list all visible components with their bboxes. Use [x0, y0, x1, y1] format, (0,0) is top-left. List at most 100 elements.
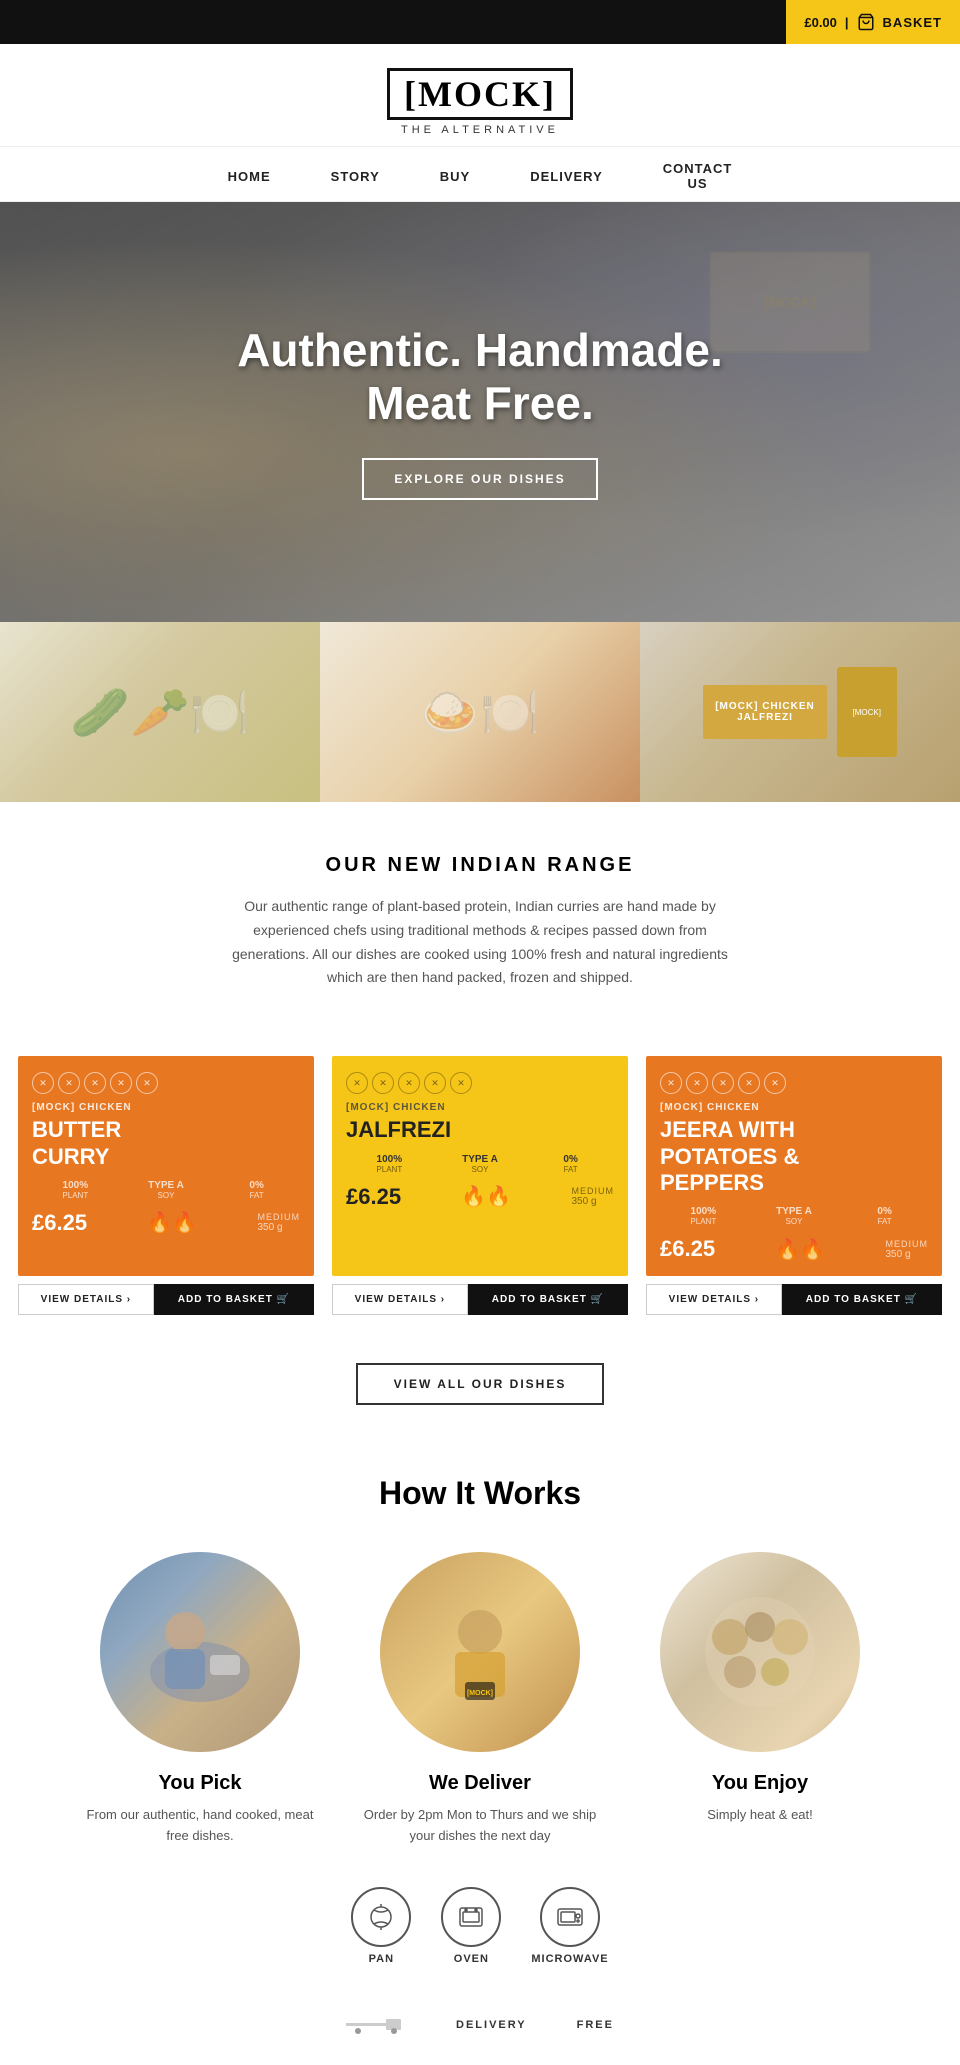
how-steps: You Pick From our authentic, hand cooked… — [0, 1552, 960, 1867]
microwave-icon — [540, 1887, 600, 1947]
view-details-button-1[interactable]: VIEW DETAILS › — [18, 1284, 154, 1315]
how-step-3: You Enjoy Simply heat & eat! — [640, 1552, 880, 1847]
card-icon-e1: ✕ — [660, 1072, 682, 1094]
step1-title: You Pick — [80, 1772, 320, 1795]
card-icon-j1: ✕ — [346, 1072, 368, 1094]
svg-text:[MOCK]: [MOCK] — [467, 1690, 493, 1697]
view-all-section: VIEW ALL OUR DISHES — [0, 1335, 960, 1455]
card-weight-3: 350 g — [886, 1249, 929, 1260]
product-card-butter-curry: ✕ ✕ ✕ ✕ ✕ [MOCK] CHICKEN BUTTERCURRY 100… — [18, 1056, 314, 1315]
indian-range-desc: Our authentic range of plant-based prote… — [220, 895, 740, 990]
card-footer-3: £6.25 🔥🔥 MEDIUM 350 g — [660, 1236, 928, 1262]
products-row: ✕ ✕ ✕ ✕ ✕ [MOCK] CHICKEN BUTTERCURRY 100… — [0, 1056, 960, 1335]
nav-buy[interactable]: BUY — [440, 169, 470, 184]
card-flame-2: 🔥🔥 — [461, 1184, 511, 1209]
how-circle-1 — [100, 1552, 300, 1752]
card-subtitle-1: [MOCK] CHICKEN — [32, 1102, 300, 1113]
hero-decoration: [MOCK] — [700, 242, 880, 362]
card-icons-row-2: ✕ ✕ ✕ ✕ ✕ — [346, 1072, 614, 1094]
food-strip-item-3: [MOCK] CHICKENJALFREZI [MOCK] — [640, 622, 960, 802]
add-basket-button-1[interactable]: ADD TO BASKET 🛒 — [154, 1284, 314, 1315]
microwave-label: MICROWAVE — [531, 1953, 608, 1965]
oven-label: OVEN — [441, 1953, 501, 1965]
delivery-bar-icon — [346, 2015, 406, 2035]
card-icon-5: ✕ — [136, 1072, 158, 1094]
card-icon-e4: ✕ — [738, 1072, 760, 1094]
nav-story[interactable]: STORY — [331, 169, 380, 184]
card-inner-2: ✕ ✕ ✕ ✕ ✕ [MOCK] CHICKEN JALFREZI 100%PL… — [332, 1056, 628, 1276]
add-basket-button-2[interactable]: ADD TO BASKET 🛒 — [468, 1284, 628, 1315]
card-buttons-1: VIEW DETAILS › ADD TO BASKET 🛒 — [18, 1284, 314, 1315]
food-strip-item-1: 🥒🥕🍽️ — [0, 622, 320, 802]
how-title: How It Works — [0, 1475, 960, 1512]
top-bar: £0.00 | BASKET — [0, 0, 960, 44]
card-size-3: MEDIUM — [886, 1239, 929, 1249]
product-card-jalfrezi: ✕ ✕ ✕ ✕ ✕ [MOCK] CHICKEN JALFREZI 100%PL… — [332, 1056, 628, 1315]
indian-range-title: OUR NEW INDIAN RANGE — [60, 854, 900, 877]
basket-button[interactable]: £0.00 | BASKET — [786, 0, 960, 44]
hero-text: Authentic. Handmade. Meat Free. EXPLORE … — [237, 324, 723, 500]
step3-illustration — [685, 1577, 835, 1727]
card-price-3: £6.25 — [660, 1236, 715, 1262]
delivery-strip: DELIVERY FREE — [0, 2005, 960, 2055]
how-circle-3 — [660, 1552, 860, 1752]
how-step-2: [MOCK] We Deliver Order by 2pm Mon to Th… — [360, 1552, 600, 1847]
step3-title: You Enjoy — [640, 1772, 880, 1795]
step1-illustration — [125, 1577, 275, 1727]
card-price-1: £6.25 — [32, 1210, 87, 1236]
hero-section: [MOCK] Authentic. Handmade. Meat Free. E… — [0, 202, 960, 622]
card-inner-3: ✕ ✕ ✕ ✕ ✕ [MOCK] CHICKEN JEERA WITHPOTAT… — [646, 1056, 942, 1276]
cooking-method-pan: PAN — [351, 1887, 411, 1965]
card-icon-j4: ✕ — [424, 1072, 446, 1094]
nav-contact[interactable]: CONTACTUS — [663, 161, 733, 191]
logo-tagline: THE ALTERNATIVE — [0, 124, 960, 136]
card-icon-2: ✕ — [58, 1072, 80, 1094]
view-details-button-3[interactable]: VIEW DETAILS › — [646, 1284, 782, 1315]
card-stats-2: 100%PLANT TYPE ASOY 0%FAT — [346, 1154, 614, 1174]
step2-title: We Deliver — [360, 1772, 600, 1795]
hero-title: Authentic. Handmade. Meat Free. — [237, 324, 723, 430]
card-buttons-3: VIEW DETAILS › ADD TO BASKET 🛒 — [646, 1284, 942, 1315]
basket-icon — [857, 13, 875, 31]
cooking-method-microwave: MICROWAVE — [531, 1887, 608, 1965]
card-title-3: JEERA WITHPOTATOES &PEPPERS — [660, 1117, 928, 1196]
view-all-button[interactable]: VIEW ALL OUR DISHES — [356, 1363, 605, 1405]
card-weight-2: 350 g — [572, 1196, 615, 1207]
card-price-2: £6.25 — [346, 1184, 401, 1210]
pan-icon — [351, 1887, 411, 1947]
card-footer-1: £6.25 🔥🔥 MEDIUM 350 g — [32, 1210, 300, 1236]
how-it-works-section: How It Works You Pick From our authentic… — [0, 1455, 960, 2065]
food-strip-item-2: 🍛🍽️ — [320, 622, 640, 802]
food-strip: 🥒🥕🍽️ 🍛🍽️ [MOCK] CHICKENJALFREZI [MOCK] — [0, 622, 960, 802]
basket-label: BASKET — [883, 15, 942, 30]
card-icons-row-3: ✕ ✕ ✕ ✕ ✕ — [660, 1072, 928, 1094]
pan-label: PAN — [351, 1953, 411, 1965]
main-nav: HOME STORY BUY DELIVERY CONTACTUS — [0, 147, 960, 202]
card-icon-4: ✕ — [110, 1072, 132, 1094]
hero-cta-button[interactable]: EXPLORE OUR DISHES — [362, 458, 597, 500]
indian-range-section: OUR NEW INDIAN RANGE Our authentic range… — [0, 802, 960, 1056]
card-stats-1: 100%PLANT TYPE ASOY 0%FAT — [32, 1180, 300, 1200]
card-icon-j5: ✕ — [450, 1072, 472, 1094]
separator: | — [845, 15, 849, 30]
nav-delivery[interactable]: DELIVERY — [530, 169, 603, 184]
cooking-method-oven: OVEN — [441, 1887, 501, 1965]
card-title-1: BUTTERCURRY — [32, 1117, 300, 1170]
delivery-label: DELIVERY — [456, 2019, 527, 2031]
logo[interactable]: [MOCK] — [387, 68, 573, 120]
card-icon-j2: ✕ — [372, 1072, 394, 1094]
view-details-button-2[interactable]: VIEW DETAILS › — [332, 1284, 468, 1315]
card-icon-e2: ✕ — [686, 1072, 708, 1094]
oven-svg — [456, 1902, 486, 1932]
step1-desc: From our authentic, hand cooked, meat fr… — [80, 1805, 320, 1847]
card-icon-1: ✕ — [32, 1072, 54, 1094]
how-step-1: You Pick From our authentic, hand cooked… — [80, 1552, 320, 1847]
add-basket-button-3[interactable]: ADD TO BASKET 🛒 — [782, 1284, 942, 1315]
card-size-2: MEDIUM — [572, 1186, 615, 1196]
nav-home[interactable]: HOME — [228, 169, 271, 184]
card-inner-1: ✕ ✕ ✕ ✕ ✕ [MOCK] CHICKEN BUTTERCURRY 100… — [18, 1056, 314, 1276]
cooking-methods: PAN OVEN MICROWA — [0, 1867, 960, 2005]
how-circle-2: [MOCK] — [380, 1552, 580, 1752]
card-footer-2: £6.25 🔥🔥 MEDIUM 350 g — [346, 1184, 614, 1210]
card-size-1: MEDIUM — [258, 1212, 301, 1222]
